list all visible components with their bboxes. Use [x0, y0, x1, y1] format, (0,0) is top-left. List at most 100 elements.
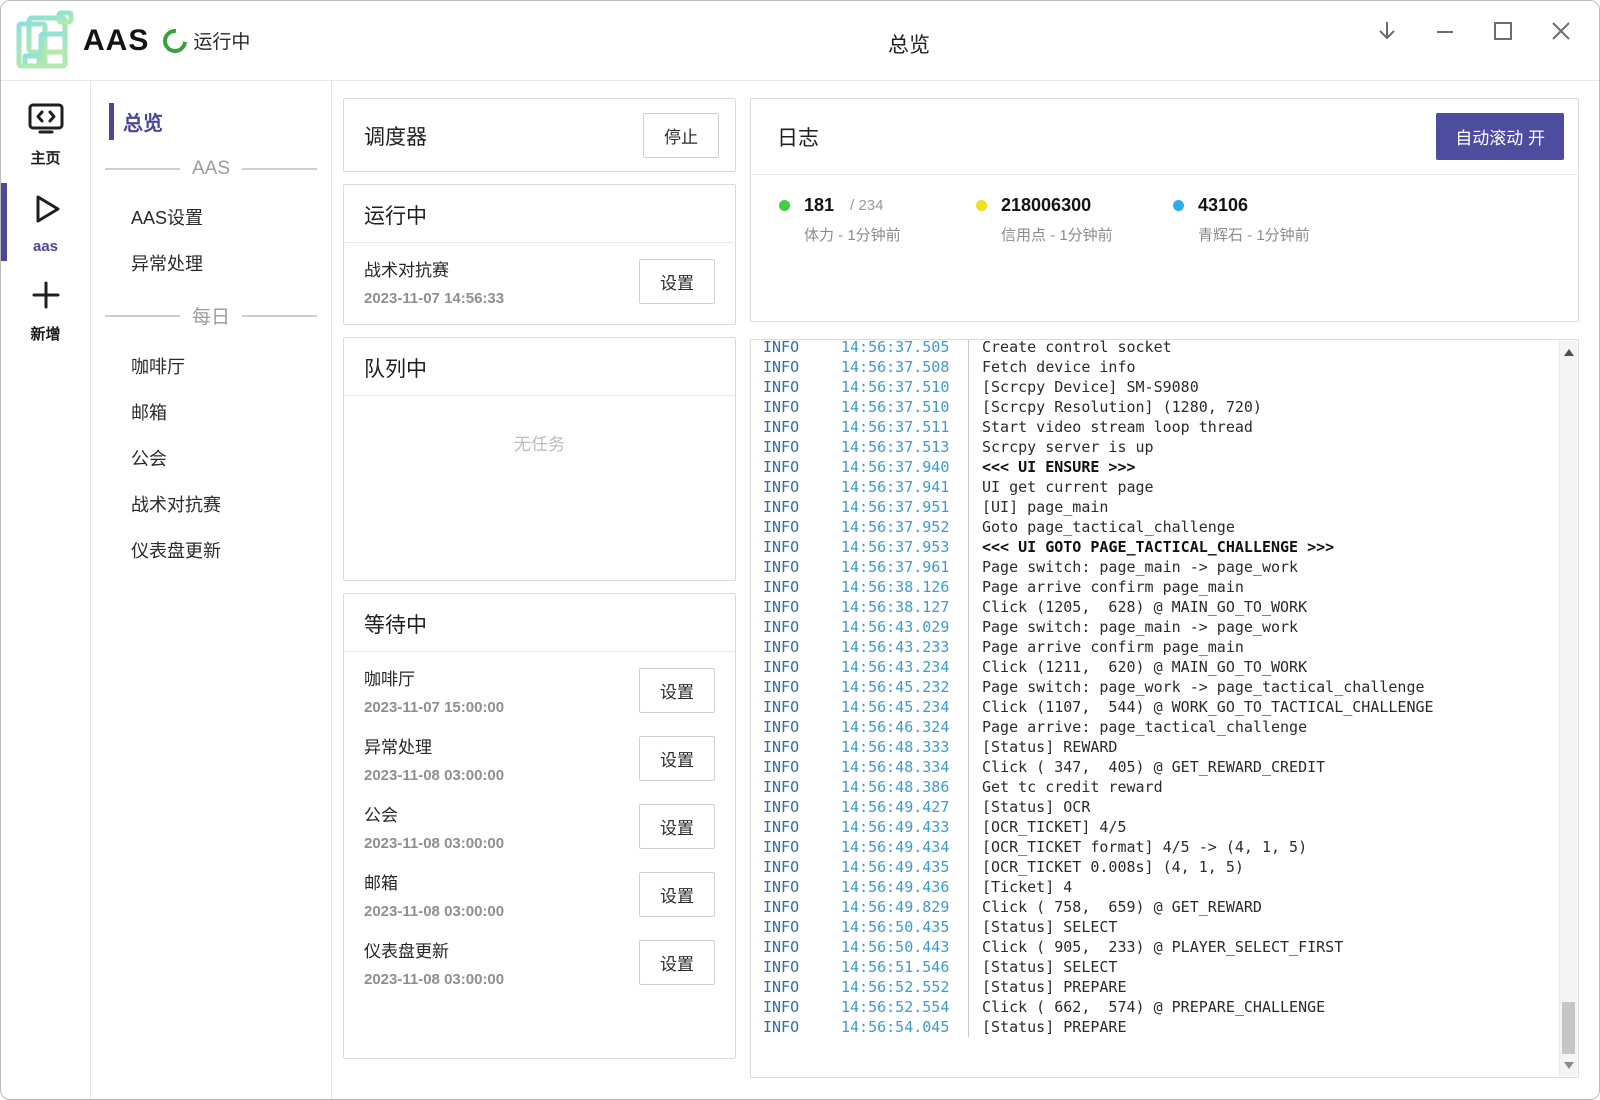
log-line: INFO 14:56:45.232 Page switch: page_work…: [763, 677, 1548, 697]
log-message: Get tc credit reward: [968, 777, 1163, 797]
stat-value: 43106: [1198, 195, 1248, 216]
log-level: INFO: [763, 339, 841, 357]
log-line: INFO 14:56:37.941 UI get current page: [763, 477, 1548, 497]
log-line: INFO 14:56:37.513 Scrcpy server is up: [763, 437, 1548, 457]
log-lines: INFO 14:56:37.505 Create control socket …: [751, 339, 1578, 1043]
settings-button[interactable]: 设置: [639, 259, 715, 304]
log-timestamp: 14:56:48.334: [841, 757, 968, 777]
queue-panel: 队列中 无任务: [343, 337, 736, 581]
log-level: INFO: [763, 437, 841, 457]
sidebar-item[interactable]: 邮箱: [101, 389, 321, 435]
rail-item-新增[interactable]: 新增: [1, 267, 90, 353]
log-level: INFO: [763, 697, 841, 717]
queue-title: 队列中: [364, 353, 427, 383]
minimize-icon[interactable]: [1433, 19, 1457, 43]
task-time: 2023-11-08 03:00:00: [364, 835, 504, 852]
settings-button[interactable]: 设置: [639, 804, 715, 849]
log-message: [Status] PREPARE: [968, 977, 1127, 997]
app-window: AAS 运行中 总览 主页: [0, 0, 1600, 1100]
log-message: Page switch: page_main -> page_work: [968, 557, 1298, 577]
rail-item-主页[interactable]: 主页: [1, 91, 90, 177]
maximize-icon[interactable]: [1491, 19, 1515, 43]
play-icon: [27, 190, 65, 233]
log-line: INFO 14:56:48.334 Click ( 347, 405) @ GE…: [763, 757, 1548, 777]
stop-button[interactable]: 停止: [643, 113, 719, 158]
log-timestamp: 14:56:37.952: [841, 517, 968, 537]
log-level: INFO: [763, 537, 841, 557]
resource-stat: 43106 青辉石 - 1分钟前: [1173, 195, 1370, 245]
queue-empty-text: 无任务: [344, 396, 735, 455]
log-message: Start video stream loop thread: [968, 417, 1253, 437]
brand-name: AAS: [83, 24, 149, 58]
log-line: INFO 14:56:37.952 Goto page_tactical_cha…: [763, 517, 1548, 537]
minimize-to-tray-icon[interactable]: [1375, 19, 1399, 43]
waiting-task-row: 咖啡厅 2023-11-07 15:00:00 设置: [344, 656, 735, 724]
log-level: INFO: [763, 837, 841, 857]
log-line: INFO 14:56:52.554 Click ( 662, 574) @ PR…: [763, 997, 1548, 1017]
settings-button[interactable]: 设置: [639, 736, 715, 781]
log-level: INFO: [763, 397, 841, 417]
log-timestamp: 14:56:37.511: [841, 417, 968, 437]
log-scrollbar[interactable]: [1559, 341, 1577, 1076]
waiting-task-row: 公会 2023-11-08 03:00:00 设置: [344, 792, 735, 860]
log-line: INFO 14:56:54.045 [Status] PREPARE: [763, 1017, 1548, 1037]
log-level: INFO: [763, 597, 841, 617]
running-status-text: 运行中: [193, 27, 250, 54]
task-name: 邮箱: [364, 869, 504, 894]
sidebar-item[interactable]: AAS设置: [101, 194, 321, 240]
log-timestamp: 14:56:45.234: [841, 697, 968, 717]
settings-button[interactable]: 设置: [639, 668, 715, 713]
resource-stat: 181 / 234 体力 - 1分钟前: [779, 195, 976, 245]
scroll-up-icon[interactable]: [1560, 343, 1578, 361]
log-timestamp: 14:56:48.333: [841, 737, 968, 757]
log-line: INFO 14:56:37.510 [Scrcpy Device] SM-S90…: [763, 377, 1548, 397]
log-level: INFO: [763, 717, 841, 737]
nav-section-title: AAS: [192, 158, 230, 180]
autoscroll-toggle-button[interactable]: 自动滚动 开: [1436, 113, 1564, 160]
log-message: [UI] page_main: [968, 497, 1108, 517]
sidebar-item[interactable]: 战术对抗赛: [101, 481, 321, 527]
log-level: INFO: [763, 617, 841, 637]
log-timestamp: 14:56:43.233: [841, 637, 968, 657]
log-line: INFO 14:56:49.829 Click ( 758, 659) @ GE…: [763, 897, 1548, 917]
waiting-task-row: 异常处理 2023-11-08 03:00:00 设置: [344, 724, 735, 792]
sidebar-item[interactable]: 仪表盘更新: [101, 527, 321, 573]
log-message: Page arrive confirm page_main: [968, 637, 1244, 657]
task-name: 公会: [364, 801, 504, 826]
log-timestamp: 14:56:37.510: [841, 397, 968, 417]
sidebar-item[interactable]: 咖啡厅: [101, 343, 321, 389]
log-level: INFO: [763, 677, 841, 697]
log-level: INFO: [763, 777, 841, 797]
settings-button[interactable]: 设置: [639, 940, 715, 985]
waiting-title: 等待中: [364, 609, 427, 639]
scrollbar-thumb[interactable]: [1562, 1002, 1575, 1054]
log-message: Page arrive confirm page_main: [968, 577, 1244, 597]
log-timestamp: 14:56:45.232: [841, 677, 968, 697]
stat-label: 青辉石 - 1分钟前: [1198, 224, 1370, 245]
rail-item-aas[interactable]: aas: [1, 179, 90, 265]
log-level: INFO: [763, 977, 841, 997]
sidebar-item-overview[interactable]: 总览: [101, 103, 321, 140]
log-timestamp: 14:56:54.045: [841, 1017, 968, 1037]
log-line: INFO 14:56:49.436 [Ticket] 4: [763, 877, 1548, 897]
log-message: [Status] SELECT: [968, 917, 1117, 937]
task-time: 2023-11-08 03:00:00: [364, 971, 504, 988]
log-timestamp: 14:56:46.324: [841, 717, 968, 737]
close-icon[interactable]: [1549, 19, 1573, 43]
log-message: Click ( 347, 405) @ GET_REWARD_CREDIT: [968, 757, 1325, 777]
log-level: INFO: [763, 917, 841, 937]
sidebar-item[interactable]: 公会: [101, 435, 321, 481]
nav-section-divider: AAS: [105, 158, 317, 180]
log-console[interactable]: INFO 14:56:37.505 Create control socket …: [750, 339, 1579, 1078]
log-level: INFO: [763, 377, 841, 397]
log-level: INFO: [763, 737, 841, 757]
scheduler-panel: 调度器 停止: [343, 98, 736, 172]
log-level: INFO: [763, 757, 841, 777]
log-timestamp: 14:56:37.508: [841, 357, 968, 377]
log-timestamp: 14:56:50.435: [841, 917, 968, 937]
stat-value: 181: [804, 195, 834, 216]
app-logo-icon: [11, 10, 77, 72]
settings-button[interactable]: 设置: [639, 872, 715, 917]
sidebar-item[interactable]: 异常处理: [101, 240, 321, 286]
scroll-down-icon[interactable]: [1560, 1056, 1578, 1074]
